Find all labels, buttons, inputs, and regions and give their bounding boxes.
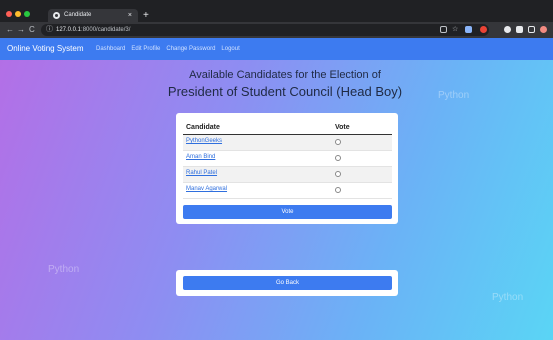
profile-avatar[interactable] <box>540 26 547 33</box>
page-title-line-2: President of Student Council (Head Boy) <box>167 84 403 99</box>
nav-links: Dashboard Edit Profile Change Password L… <box>96 45 240 54</box>
close-tab-icon[interactable]: × <box>128 9 132 22</box>
reload-icon[interactable]: C <box>29 24 35 36</box>
extension-record-icon[interactable] <box>480 26 487 33</box>
puzzle-icon[interactable] <box>516 26 523 33</box>
window-titlebar <box>0 0 553 8</box>
url-text: 127.0.0.1:8000/candidate/3/ <box>56 24 130 36</box>
share-icon[interactable] <box>440 26 447 33</box>
nav-change-password[interactable]: Change Password <box>166 45 215 54</box>
brand-link[interactable]: Online Voting System <box>7 44 83 54</box>
sidebar-icon[interactable] <box>528 26 535 33</box>
extension-icon[interactable] <box>504 26 511 33</box>
candidate-link[interactable]: Aman Bind <box>186 154 215 160</box>
url-path: :8000/candidate/3/ <box>81 27 131 33</box>
vote-radio[interactable] <box>335 139 341 145</box>
nav-edit-profile[interactable]: Edit Profile <box>131 45 160 54</box>
address-toolbar: ← → C ⓘ 127.0.0.1:8000/candidate/3/ ☆ <box>0 22 553 38</box>
column-header-candidate: Candidate <box>186 124 220 131</box>
extension-icon[interactable] <box>465 26 472 33</box>
watermark: Python <box>48 264 80 275</box>
vote-button[interactable]: Vote <box>183 205 392 219</box>
tab-title: Candidate <box>64 12 92 18</box>
page-title-line-1: Available Candidates for the Election of <box>189 69 381 81</box>
table-row: Rahul Patel <box>183 167 392 183</box>
candidate-link[interactable]: PythonGeeks <box>186 138 222 144</box>
back-arrow-icon[interactable]: ← <box>6 24 14 36</box>
table-row: PythonGeeks <box>183 135 392 151</box>
new-tab-button[interactable]: + <box>143 9 149 22</box>
candidate-link[interactable]: Manav Agarwal <box>186 186 227 192</box>
nav-logout[interactable]: Logout <box>221 45 239 54</box>
go-back-button[interactable]: Go Back <box>183 276 392 290</box>
site-info-icon[interactable]: ⓘ <box>46 24 53 36</box>
globe-icon <box>53 12 60 19</box>
watermark: Python <box>438 90 470 101</box>
minimize-window-button[interactable] <box>15 11 21 17</box>
forward-arrow-icon[interactable]: → <box>17 24 25 36</box>
go-back-card: Go Back <box>176 270 398 296</box>
table-row: Aman Bind <box>183 151 392 167</box>
bookmark-star-icon[interactable]: ☆ <box>452 25 459 33</box>
url-bar[interactable]: ⓘ 127.0.0.1:8000/candidate/3/ <box>41 24 489 36</box>
table-row: Manav Agarwal <box>183 183 392 199</box>
nav-dashboard[interactable]: Dashboard <box>96 45 125 54</box>
browser-tab[interactable]: Candidate × <box>48 9 138 22</box>
close-window-button[interactable] <box>6 11 12 17</box>
url-host: 127.0.0.1 <box>56 27 82 33</box>
vote-radio[interactable] <box>335 171 341 177</box>
vote-radio[interactable] <box>335 187 341 193</box>
column-header-vote: Vote <box>335 124 350 131</box>
page-body: Online Voting System Dashboard Edit Prof… <box>0 38 553 340</box>
vote-radio[interactable] <box>335 155 341 161</box>
candidate-link[interactable]: Rahul Patel <box>186 170 217 176</box>
site-navbar: Online Voting System Dashboard Edit Prof… <box>0 38 553 60</box>
candidates-card: Candidate Vote PythonGeeks Aman Bind Rah… <box>176 113 398 224</box>
maximize-window-button[interactable] <box>24 11 30 17</box>
watermark: Python <box>492 292 524 303</box>
